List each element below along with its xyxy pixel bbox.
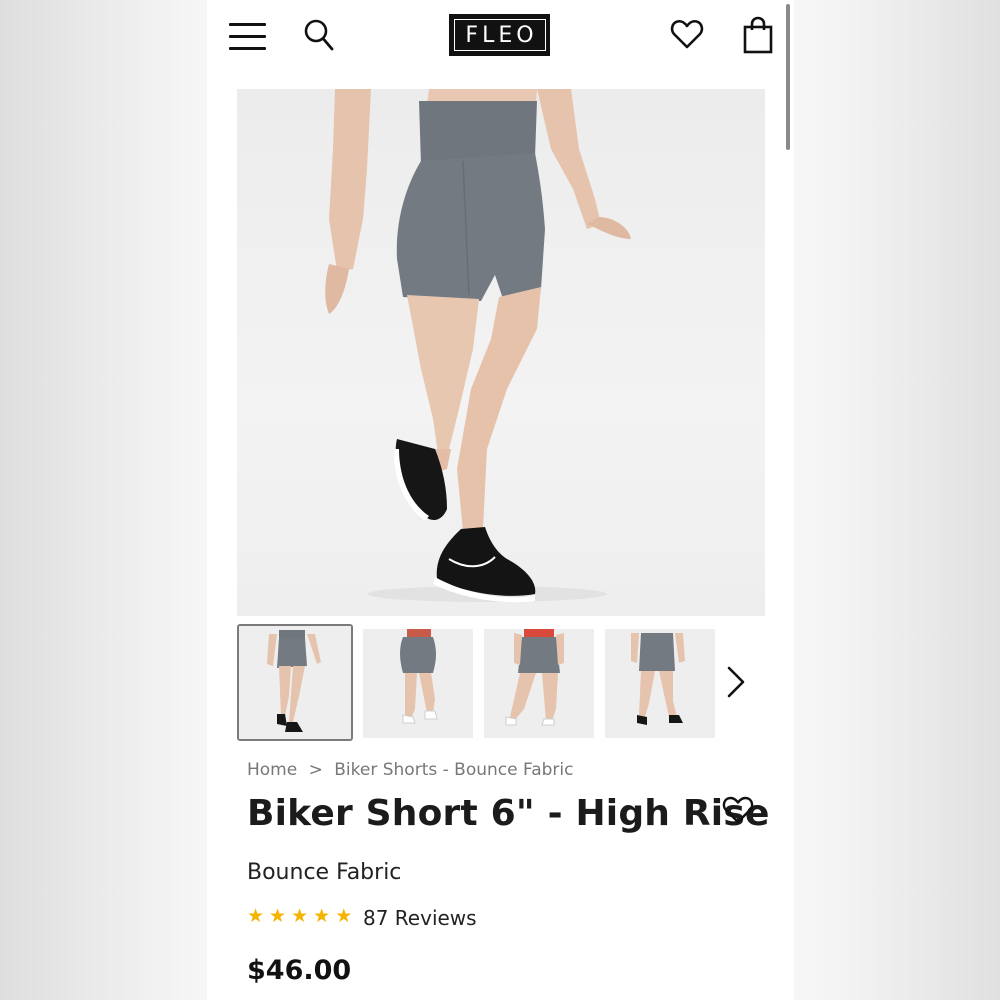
product-price: $46.00: [247, 955, 352, 986]
background-blur-right: [794, 0, 1000, 1000]
star-icon: ★: [335, 906, 353, 927]
brand-logo-text: FLEO: [453, 19, 546, 51]
product-fabric: Bounce Fabric: [247, 860, 402, 885]
breadcrumb: Home > Biker Shorts - Bounce Fabric: [247, 760, 573, 780]
chevron-right-icon[interactable]: [725, 665, 747, 699]
breadcrumb-separator: >: [308, 760, 323, 780]
product-page: FLEO Home > Biker Shorts - Bounce Fabric…: [207, 0, 794, 1000]
product-thumbnail-4[interactable]: [605, 629, 715, 738]
shopping-bag-icon[interactable]: [743, 16, 773, 54]
product-thumbnail-2[interactable]: [363, 629, 473, 738]
star-icon: ★: [247, 906, 265, 927]
breadcrumb-home[interactable]: Home: [247, 760, 297, 780]
star-rating[interactable]: ★ ★ ★ ★ ★: [247, 907, 352, 927]
wishlist-heart-icon[interactable]: [670, 18, 704, 50]
search-icon[interactable]: [303, 18, 335, 52]
breadcrumb-category[interactable]: Biker Shorts - Bounce Fabric: [334, 760, 573, 780]
menu-icon[interactable]: [229, 22, 267, 52]
star-icon: ★: [269, 906, 287, 927]
product-main-image[interactable]: [237, 89, 765, 616]
product-title: Biker Short 6" - High Rise: [247, 793, 770, 834]
brand-logo[interactable]: FLEO: [449, 14, 550, 56]
product-thumbnail-3[interactable]: [484, 629, 594, 738]
star-icon: ★: [313, 906, 331, 927]
star-icon: ★: [291, 906, 309, 927]
scrollbar[interactable]: [786, 4, 790, 150]
product-thumbnail-1[interactable]: [237, 624, 353, 741]
background-blur-left: [0, 0, 207, 1000]
reviews-link[interactable]: 87 Reviews: [363, 906, 477, 930]
add-to-wishlist-heart-icon[interactable]: [722, 795, 754, 825]
